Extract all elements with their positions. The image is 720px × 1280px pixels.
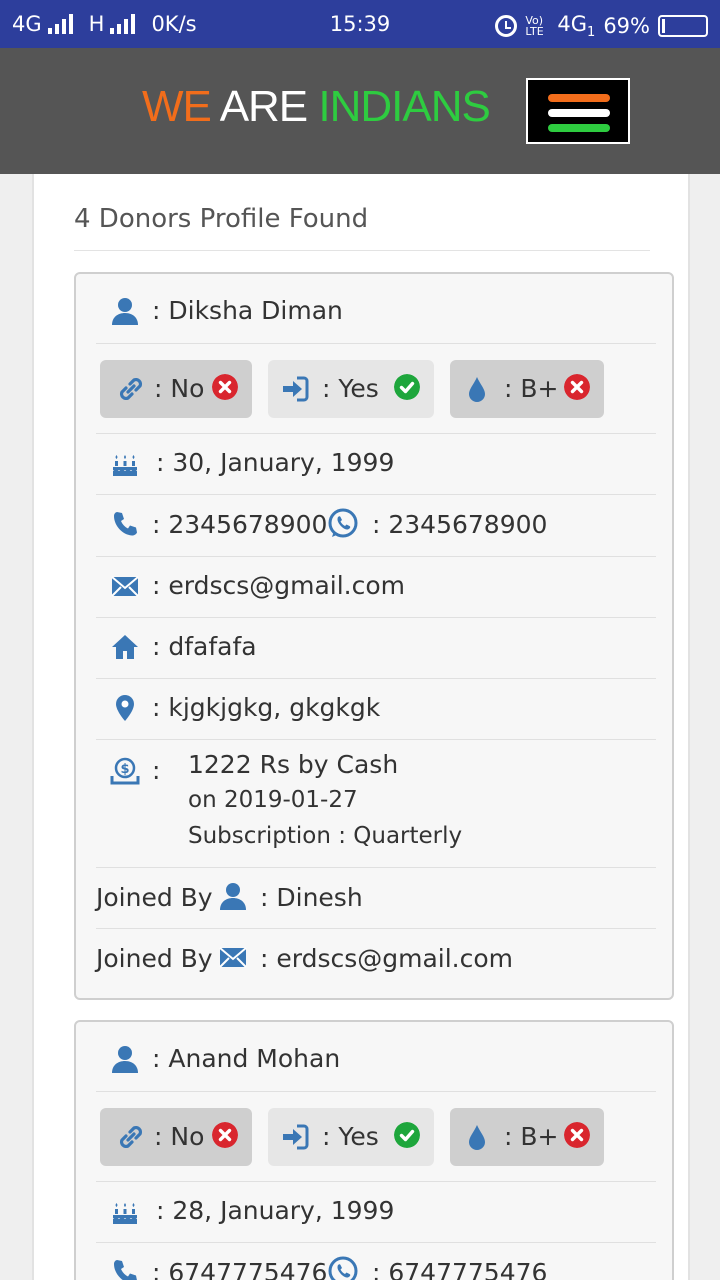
times-circle-icon (564, 1122, 590, 1148)
phone-value[interactable]: : 2345678900 (152, 510, 327, 539)
status-bar: 4G H 0K/s 15:39 Vo) LTE 4G1 69% (0, 0, 720, 48)
whatsapp-icon (326, 1255, 360, 1280)
joined-by-email[interactable]: : erdscs@gmail.com (260, 944, 513, 973)
payment-subscription: Subscription : Quarterly (188, 823, 463, 849)
blood-group-value: : B+ (504, 1122, 559, 1151)
menu-line-icon (548, 94, 610, 102)
divider (74, 250, 650, 251)
birthday-cake-icon (110, 1196, 140, 1226)
money-icon (110, 756, 140, 786)
check-circle-icon (394, 374, 420, 400)
payment-date: on 2019-01-27 (188, 787, 358, 813)
home-row: : dfafafa (96, 618, 656, 679)
brand-word-we: WE (142, 82, 212, 131)
location-value: : kjgkjgkg, gkgkgk (152, 693, 381, 722)
donor-name: : Diksha Diman (152, 296, 343, 325)
sign-in-icon (280, 374, 310, 404)
battery-percent: 69% (603, 14, 650, 39)
email-value[interactable]: : erdscs@gmail.com (152, 571, 405, 600)
blood-group-badge: : B+ (450, 1108, 604, 1166)
whatsapp-value[interactable]: : 6747775476 (372, 1258, 547, 1280)
menu-line-icon (548, 109, 610, 117)
linked-status-badge: : No (100, 1108, 252, 1166)
brand-logo[interactable]: WE ARE INDIANS (142, 82, 491, 132)
link-icon (116, 374, 146, 404)
joined-status-badge: : Yes (268, 1108, 434, 1166)
blood-drop-icon (462, 1122, 492, 1152)
joined-by-label: Joined By (96, 883, 213, 912)
donor-card[interactable]: : Diksha Diman : No : Yes : B+ : 30, Jan… (74, 272, 674, 1000)
joined-by-name: : Dinesh (260, 883, 363, 912)
joined-by-row: Joined By : Dinesh (96, 868, 656, 929)
phone-icon (110, 509, 140, 539)
blood-drop-icon (462, 374, 492, 404)
user-icon (110, 1044, 140, 1074)
home-icon (110, 632, 140, 662)
envelope-icon (218, 942, 248, 972)
contact-row: : 6747775476 : 6747775476 (96, 1243, 656, 1280)
phone-value[interactable]: : 6747775476 (152, 1258, 327, 1280)
joined-status-badge: : Yes (268, 360, 434, 418)
donor-name-row: : Diksha Diman (96, 274, 656, 344)
payment-amount: 1222 Rs by Cash (188, 750, 399, 779)
status-bar-right: Vo) LTE 4G1 69% (495, 12, 708, 40)
donor-status-row: : No : Yes : B+ (96, 344, 656, 434)
alarm-icon (495, 15, 518, 38)
payment-row: : 1222 Rs by Cash on 2019-01-27 Subscrip… (96, 740, 656, 868)
blood-group-value: : B+ (504, 374, 559, 403)
phone-icon (110, 1257, 140, 1280)
donor-card[interactable]: : Anand Mohan : No : Yes : B+ : 28, Janu… (74, 1020, 674, 1280)
app-header: WE ARE INDIANS (0, 48, 720, 174)
hamburger-menu-button[interactable] (526, 78, 630, 144)
joined-by-label: Joined By (96, 944, 213, 973)
menu-line-icon (548, 124, 610, 132)
joined-by-email-row: Joined By : erdscs@gmail.com (96, 929, 656, 999)
network-type-label-3: 4G1 (557, 12, 596, 41)
volte-label: Vo) LTE (525, 14, 544, 39)
home-value: : dfafafa (152, 632, 257, 661)
blood-group-badge: : B+ (450, 360, 604, 418)
sign-in-icon (280, 1122, 310, 1152)
times-circle-icon (212, 374, 238, 400)
whatsapp-value[interactable]: : 2345678900 (372, 510, 547, 539)
times-circle-icon (212, 1122, 238, 1148)
joined-status-value: : Yes (322, 374, 379, 403)
donor-status-row: : No : Yes : B+ (96, 1092, 656, 1182)
link-icon (116, 1122, 146, 1152)
linked-status-value: : No (154, 374, 205, 403)
donor-list-panel: 4 Donors Profile Found : Diksha Diman : … (32, 174, 690, 1280)
user-icon (218, 881, 248, 911)
map-marker-icon (110, 693, 140, 723)
dob-row: : 30, January, 1999 (96, 434, 656, 495)
birthday-cake-icon (110, 448, 140, 478)
battery-icon (658, 15, 708, 38)
whatsapp-icon (326, 507, 360, 541)
location-row: : kjgkjgkg, gkgkgk (96, 679, 656, 740)
payment-colon: : (152, 756, 161, 785)
contact-row: : 2345678900 : 2345678900 (96, 495, 656, 557)
envelope-icon (110, 571, 140, 601)
linked-status-badge: : No (100, 360, 252, 418)
linked-status-value: : No (154, 1122, 205, 1151)
dob-value: : 28, January, 1999 (156, 1196, 395, 1225)
brand-word-are: ARE (219, 82, 308, 131)
email-row: : erdscs@gmail.com (96, 557, 656, 618)
joined-status-value: : Yes (322, 1122, 379, 1151)
user-icon (110, 296, 140, 326)
brand-word-indians: INDIANS (318, 82, 490, 131)
results-count: 4 Donors Profile Found (74, 204, 369, 234)
donor-name-row: : Anand Mohan (96, 1022, 656, 1092)
dob-row: : 28, January, 1999 (96, 1182, 656, 1243)
times-circle-icon (564, 374, 590, 400)
donor-name: : Anand Mohan (152, 1044, 341, 1073)
dob-value: : 30, January, 1999 (156, 448, 395, 477)
check-circle-icon (394, 1122, 420, 1148)
